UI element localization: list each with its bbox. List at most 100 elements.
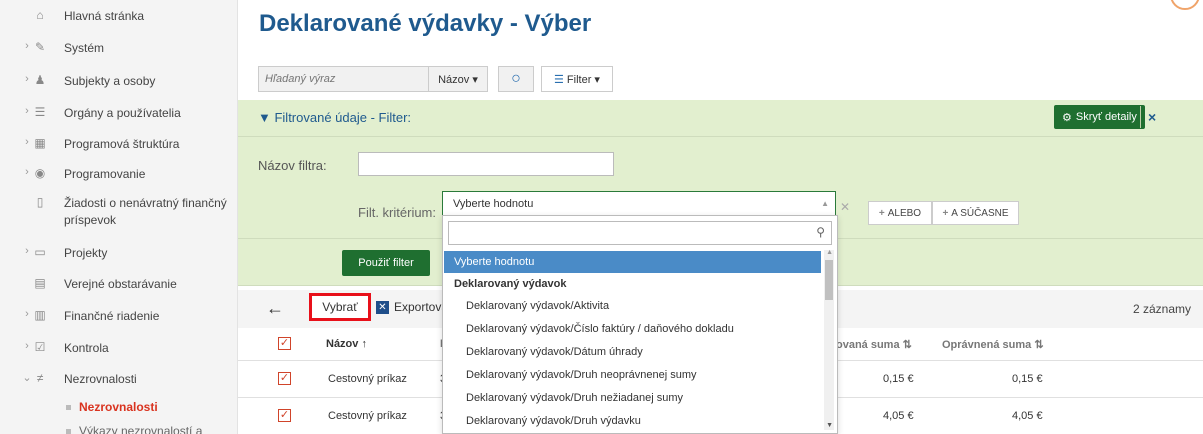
or-button[interactable]: + ALEBO: [868, 201, 932, 225]
scrollbar-thumb[interactable]: [825, 260, 833, 300]
search-icon: ○: [511, 70, 521, 87]
sidebar-item-irregularities[interactable]: ⌄ ≠ Nezrovnalosti: [0, 371, 238, 388]
chevron-right-icon: ›: [25, 166, 29, 178]
dropdown-option[interactable]: Deklarovaný výdavok/Dátum úhrady: [444, 341, 821, 363]
dropdown-option[interactable]: Deklarovaný výdavok/Druh nežiadanej sumy: [444, 387, 821, 409]
checklist-icon: ☑: [34, 340, 46, 354]
search-field-select[interactable]: Názov ▾: [428, 66, 488, 92]
briefcase-icon: ▤: [34, 276, 46, 290]
notification-icon[interactable]: [1170, 0, 1200, 10]
home-icon: ⌂: [36, 8, 44, 22]
export-button[interactable]: ✕ Exportova: [376, 300, 448, 314]
chevron-right-icon: ›: [25, 73, 29, 85]
filter-button[interactable]: ☰ Filter ▾: [541, 66, 613, 92]
sidebar-item-label: Projekty: [64, 246, 108, 260]
people-icon: ♟: [34, 73, 46, 87]
cell-declared-sum: 4,05 €: [883, 410, 914, 422]
sidebar-item-control[interactable]: › ☑ Kontrola: [0, 340, 238, 357]
close-icon[interactable]: ×: [1148, 109, 1156, 125]
back-arrow-icon[interactable]: ←: [266, 298, 284, 319]
dropdown-group-label: Deklarovaný výdavok: [454, 278, 567, 290]
and-button[interactable]: + A SÚČASNE: [932, 201, 1019, 225]
sidebar-item-label: Finančné riadenie: [64, 309, 160, 323]
sidebar-item-procurement[interactable]: ▤ Verejné obstarávanie: [0, 276, 238, 293]
filter-name-input[interactable]: [358, 152, 614, 176]
search-button[interactable]: ○: [498, 66, 534, 92]
sidebar-item-programming[interactable]: › ◉ Programovanie: [0, 166, 238, 183]
dropdown-scrollbar[interactable]: [824, 250, 834, 430]
app-root: ⌂ Hlavná stránka › ✎ Systém › ♟ Subjekty…: [0, 0, 1203, 434]
filter-icon: ☰: [554, 73, 564, 86]
document-icon: ▯: [36, 195, 44, 209]
sidebar-item-organs[interactable]: › ☰ Orgány a používatelia: [0, 105, 238, 122]
hide-details-button[interactable]: ⚙ Skryť detaily: [1054, 105, 1145, 129]
plus-icon: +: [878, 207, 885, 219]
sidebar-item-home[interactable]: ⌂ Hlavná stránka: [0, 8, 238, 25]
sidebar-item-label: Systém: [64, 41, 105, 55]
cell-name: Cestovný príkaz: [328, 373, 407, 385]
column-header-declared-sum[interactable]: ovaná suma ⇅: [836, 338, 912, 351]
user-list-icon: ☰: [34, 105, 46, 119]
sidebar-item-label: Hlavná stránka: [64, 9, 145, 23]
scroll-down-icon[interactable]: ▼: [826, 422, 833, 429]
cell-eligible-sum: 4,05 €: [1012, 410, 1043, 422]
chevron-right-icon: ›: [25, 308, 29, 320]
sidebar-item-subjects[interactable]: › ♟ Subjekty a osoby: [0, 73, 238, 90]
sidebar-item-label: Verejné obstarávanie: [64, 277, 177, 291]
sidebar-subitem-reports[interactable]: Výkazy nezrovnalostí a: [66, 424, 202, 434]
clear-icon[interactable]: ✕: [840, 200, 850, 214]
sidebar-item-label: Nezrovnalosti: [64, 372, 137, 386]
excel-icon: ✕: [376, 300, 389, 314]
search-bar: Názov ▾ ○ ☰ Filter ▾: [258, 66, 613, 92]
sidebar-subitem-irregularities[interactable]: Nezrovnalosti: [66, 400, 158, 414]
cell-declared-sum: 0,15 €: [883, 373, 914, 385]
dropdown-option[interactable]: Deklarovaný výdavok/Číslo faktúry / daňo…: [444, 318, 821, 340]
search-icon: ⚲: [816, 225, 825, 239]
sidebar-item-program-structure[interactable]: › ▦ Programová štruktúra: [0, 136, 238, 153]
gear-icon: ⚙: [1062, 111, 1072, 124]
divider: [238, 136, 1203, 137]
bullet-icon: [66, 429, 71, 434]
sidebar-item-finance[interactable]: › ▥ Finančné riadenie: [0, 308, 238, 325]
chevron-right-icon: ›: [25, 245, 29, 257]
row-checkbox[interactable]: ✓: [278, 409, 291, 422]
cell-eligible-sum: 0,15 €: [1012, 373, 1043, 385]
caret-up-icon: ▲: [821, 199, 829, 208]
dropdown-option[interactable]: Deklarovaný výdavok/Druh výdavku: [444, 410, 821, 432]
dropdown-option[interactable]: Vyberte hodnotu: [444, 251, 821, 273]
chevron-down-icon: ⌄: [22, 372, 32, 384]
sidebar: ⌂ Hlavná stránka › ✎ Systém › ♟ Subjekty…: [0, 0, 238, 434]
wrench-icon: ✎: [34, 40, 46, 54]
sidebar-item-system[interactable]: › ✎ Systém: [0, 40, 238, 57]
plus-icon: +: [942, 207, 949, 219]
filter-criterion-label: Filt. kritérium:: [358, 205, 436, 220]
filter-criterion-select[interactable]: Vyberte hodnotu ▲: [442, 191, 836, 217]
bullet-icon: [66, 405, 71, 411]
database-icon: ◉: [34, 166, 46, 180]
dropdown-option[interactable]: Deklarovaný výdavok/Druh neoprávnenej su…: [444, 364, 821, 386]
scroll-up-icon[interactable]: ▲: [826, 249, 833, 256]
folder-icon: ▭: [34, 245, 46, 259]
chevron-right-icon: ›: [25, 340, 29, 352]
filter-panel-header[interactable]: ▼ Filtrované údaje - Filter:: [258, 110, 411, 125]
structure-icon: ▦: [34, 136, 46, 150]
sidebar-item-projects[interactable]: › ▭ Projekty: [0, 245, 238, 262]
finance-icon: ▥: [34, 308, 46, 322]
not-equal-icon: ≠: [36, 371, 44, 385]
column-header-eligible-sum[interactable]: Oprávnená suma ⇅: [942, 338, 1044, 351]
sidebar-item-label: Kontrola: [64, 341, 109, 355]
dropdown-search-input[interactable]: ⚲: [448, 221, 832, 245]
column-header-name[interactable]: Názov ↑: [326, 338, 367, 350]
apply-filter-button[interactable]: Použiť filter: [342, 250, 430, 276]
search-input[interactable]: [258, 66, 428, 92]
cell-name: Cestovný príkaz: [328, 410, 407, 422]
sidebar-item-label: Žiadosti o nenávratný finančný príspevok: [64, 196, 227, 227]
sidebar-item-applications[interactable]: ▯ Žiadosti o nenávratný finančný príspev…: [0, 195, 238, 229]
dropdown-option[interactable]: Deklarovaný výdavok/Aktivita: [444, 295, 821, 317]
chevron-right-icon: ›: [25, 136, 29, 148]
record-count: 2 záznamy: [1133, 302, 1192, 316]
row-checkbox[interactable]: ✓: [278, 372, 291, 385]
select-all-checkbox[interactable]: ✓: [278, 337, 291, 350]
criterion-dropdown: ⚲ Vyberte hodnotu Deklarovaný výdavok De…: [442, 215, 838, 434]
select-button[interactable]: Vybrať: [309, 293, 371, 321]
